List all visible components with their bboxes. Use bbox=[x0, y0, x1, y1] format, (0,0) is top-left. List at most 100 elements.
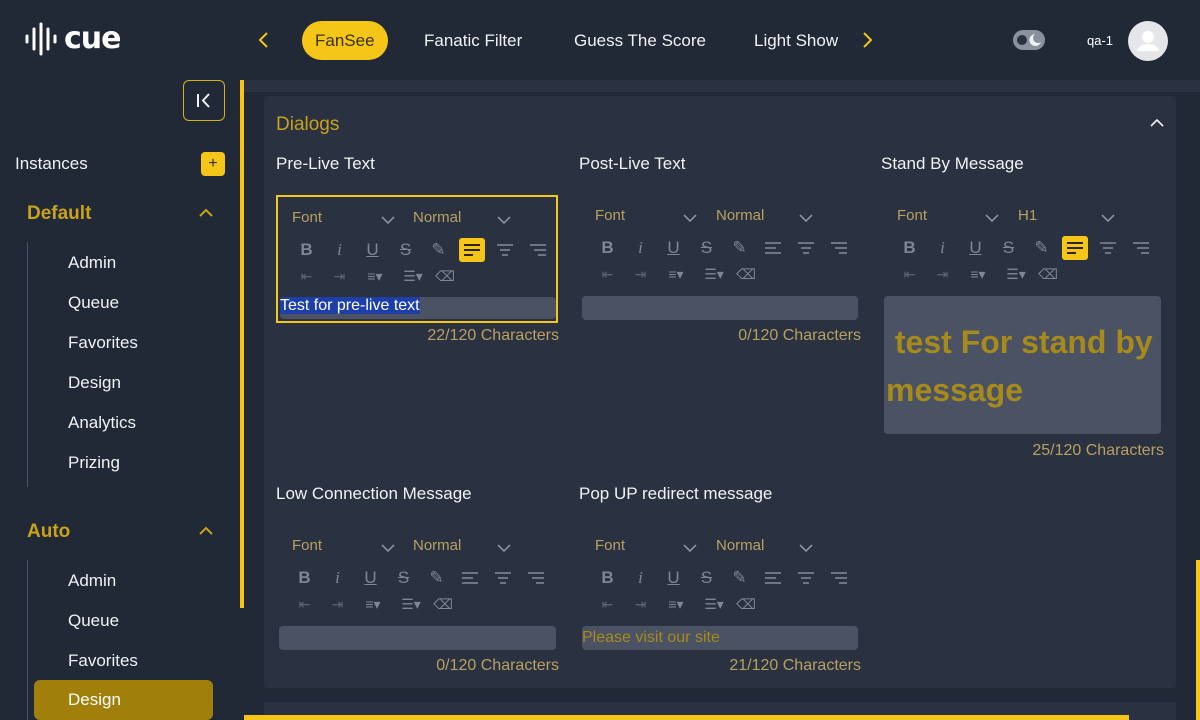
numbered-list-icon[interactable]: ≡▾ bbox=[354, 594, 392, 614]
font-select[interactable]: Font bbox=[292, 537, 322, 554]
align-left-icon[interactable] bbox=[756, 566, 789, 590]
italic-icon[interactable]: i bbox=[323, 238, 356, 262]
align-center-icon[interactable] bbox=[1091, 236, 1124, 260]
chevron-down-icon[interactable] bbox=[683, 213, 697, 223]
indent-icon[interactable]: ⇥ bbox=[321, 594, 354, 614]
chevron-up-icon[interactable] bbox=[1148, 114, 1166, 132]
highlighter-icon[interactable]: ✎ bbox=[422, 238, 455, 262]
font-select[interactable]: Font bbox=[595, 537, 625, 554]
username[interactable]: qa-1 bbox=[1087, 33, 1113, 48]
chevron-down-icon[interactable] bbox=[799, 543, 813, 553]
sidebar-item-default-design[interactable]: Design bbox=[68, 373, 121, 393]
align-center-icon[interactable] bbox=[486, 566, 519, 590]
indent-icon[interactable]: ⇥ bbox=[323, 266, 356, 286]
sidebar-scrollbar[interactable] bbox=[240, 80, 244, 608]
indent-icon[interactable]: ⇥ bbox=[624, 264, 657, 284]
italic-icon[interactable]: i bbox=[321, 566, 354, 590]
align-left-icon[interactable] bbox=[756, 236, 789, 260]
low-connection-editor[interactable]: Font Normal B i U S ✎ ⇤ ⇥ ≡▾ ☰▾ ⌫ bbox=[276, 525, 558, 653]
align-left-icon[interactable] bbox=[453, 566, 486, 590]
italic-icon[interactable]: i bbox=[926, 236, 959, 260]
pre-live-text-input[interactable]: Test for pre-live text bbox=[280, 297, 556, 319]
chevron-down-icon[interactable] bbox=[683, 543, 697, 553]
group-default-title[interactable]: Default bbox=[27, 203, 91, 225]
numbered-list-icon[interactable]: ≡▾ bbox=[959, 264, 997, 284]
bold-icon[interactable]: B bbox=[288, 566, 321, 590]
align-right-icon[interactable] bbox=[519, 566, 552, 590]
vertical-scrollbar[interactable] bbox=[1196, 560, 1200, 720]
chevron-down-icon[interactable] bbox=[985, 213, 999, 223]
align-center-icon[interactable] bbox=[789, 236, 822, 260]
outdent-icon[interactable]: ⇤ bbox=[893, 264, 926, 284]
sidebar-item-default-analytics[interactable]: Analytics bbox=[68, 413, 136, 433]
align-right-icon[interactable] bbox=[822, 236, 855, 260]
bold-icon[interactable]: B bbox=[290, 238, 323, 262]
sidebar-item-auto-admin[interactable]: Admin bbox=[68, 571, 116, 591]
logo[interactable]: cue bbox=[24, 22, 121, 56]
chevron-up-icon[interactable] bbox=[197, 204, 215, 222]
sidebar-item-auto-favorites[interactable]: Favorites bbox=[68, 651, 138, 671]
bold-icon[interactable]: B bbox=[591, 236, 624, 260]
size-select[interactable]: Normal bbox=[413, 209, 461, 226]
strikethrough-icon[interactable]: S bbox=[992, 236, 1025, 260]
sidebar-item-auto-queue[interactable]: Queue bbox=[68, 611, 119, 631]
bold-icon[interactable]: B bbox=[893, 236, 926, 260]
highlighter-icon[interactable]: ✎ bbox=[1025, 236, 1058, 260]
low-connection-text-input[interactable] bbox=[279, 626, 556, 650]
avatar[interactable] bbox=[1128, 21, 1168, 61]
font-select[interactable]: Font bbox=[595, 207, 625, 224]
sidebar-item-default-prizing[interactable]: Prizing bbox=[68, 453, 120, 473]
outdent-icon[interactable]: ⇤ bbox=[591, 594, 624, 614]
strikethrough-icon[interactable]: S bbox=[690, 566, 723, 590]
popup-redirect-editor[interactable]: Font Normal B i U S ✎ ⇤ ⇥ ≡▾ ☰▾ ⌫ Please… bbox=[579, 525, 861, 653]
chevron-down-icon[interactable] bbox=[381, 543, 395, 553]
numbered-list-icon[interactable]: ≡▾ bbox=[356, 266, 394, 286]
align-right-icon[interactable] bbox=[822, 566, 855, 590]
align-center-icon[interactable] bbox=[789, 566, 822, 590]
sidebar-item-default-admin[interactable]: Admin bbox=[68, 253, 116, 273]
add-instance-button[interactable]: + bbox=[201, 152, 225, 176]
post-live-text-input[interactable] bbox=[582, 296, 858, 320]
highlighter-icon[interactable]: ✎ bbox=[723, 566, 756, 590]
numbered-list-icon[interactable]: ≡▾ bbox=[657, 264, 695, 284]
underline-icon[interactable]: U bbox=[657, 236, 690, 260]
eraser-icon[interactable]: ⌫ bbox=[432, 266, 458, 286]
sidebar-item-default-favorites[interactable]: Favorites bbox=[68, 333, 138, 353]
highlighter-icon[interactable]: ✎ bbox=[723, 236, 756, 260]
chevron-down-icon[interactable] bbox=[497, 215, 511, 225]
theme-toggle[interactable] bbox=[1013, 30, 1045, 50]
tab-fanatic-filter[interactable]: Fanatic Filter bbox=[424, 21, 522, 60]
tab-fansee[interactable]: FanSee bbox=[302, 21, 388, 60]
numbered-list-icon[interactable]: ≡▾ bbox=[657, 594, 695, 614]
underline-icon[interactable]: U bbox=[657, 566, 690, 590]
underline-icon[interactable]: U bbox=[959, 236, 992, 260]
indent-icon[interactable]: ⇥ bbox=[624, 594, 657, 614]
sidebar-item-default-queue[interactable]: Queue bbox=[68, 293, 119, 313]
bullet-list-icon[interactable]: ☰▾ bbox=[392, 594, 430, 614]
stand-by-editor[interactable]: Font H1 B i U S ✎ ⇤ ⇥ ≡▾ ☰▾ ⌫ test For s… bbox=[881, 195, 1163, 440]
strikethrough-icon[interactable]: S bbox=[387, 566, 420, 590]
size-select[interactable]: Normal bbox=[413, 537, 461, 554]
chevron-down-icon[interactable] bbox=[1101, 213, 1115, 223]
post-live-editor[interactable]: Font Normal B i U S ✎ ⇤ ⇥ ≡▾ ☰▾ ⌫ bbox=[579, 195, 861, 323]
outdent-icon[interactable]: ⇤ bbox=[288, 594, 321, 614]
indent-icon[interactable]: ⇥ bbox=[926, 264, 959, 284]
chevron-down-icon[interactable] bbox=[799, 213, 813, 223]
sidebar-item-auto-design[interactable]: Design bbox=[34, 680, 213, 720]
collapse-sidebar-button[interactable] bbox=[183, 80, 225, 121]
font-select[interactable]: Font bbox=[897, 207, 927, 224]
align-right-icon[interactable] bbox=[521, 238, 554, 262]
eraser-icon[interactable]: ⌫ bbox=[1035, 264, 1061, 284]
align-right-icon[interactable] bbox=[1124, 236, 1157, 260]
tab-light-show[interactable]: Light Show bbox=[754, 21, 838, 60]
italic-icon[interactable]: i bbox=[624, 236, 657, 260]
chevron-down-icon[interactable] bbox=[381, 215, 395, 225]
outdent-icon[interactable]: ⇤ bbox=[290, 266, 323, 286]
group-auto-title[interactable]: Auto bbox=[27, 521, 70, 543]
chevron-up-icon[interactable] bbox=[197, 522, 215, 540]
strikethrough-icon[interactable]: S bbox=[389, 238, 422, 262]
size-select[interactable]: Normal bbox=[716, 207, 764, 224]
italic-icon[interactable]: i bbox=[624, 566, 657, 590]
size-select[interactable]: Normal bbox=[716, 537, 764, 554]
align-left-icon[interactable] bbox=[1062, 236, 1088, 260]
